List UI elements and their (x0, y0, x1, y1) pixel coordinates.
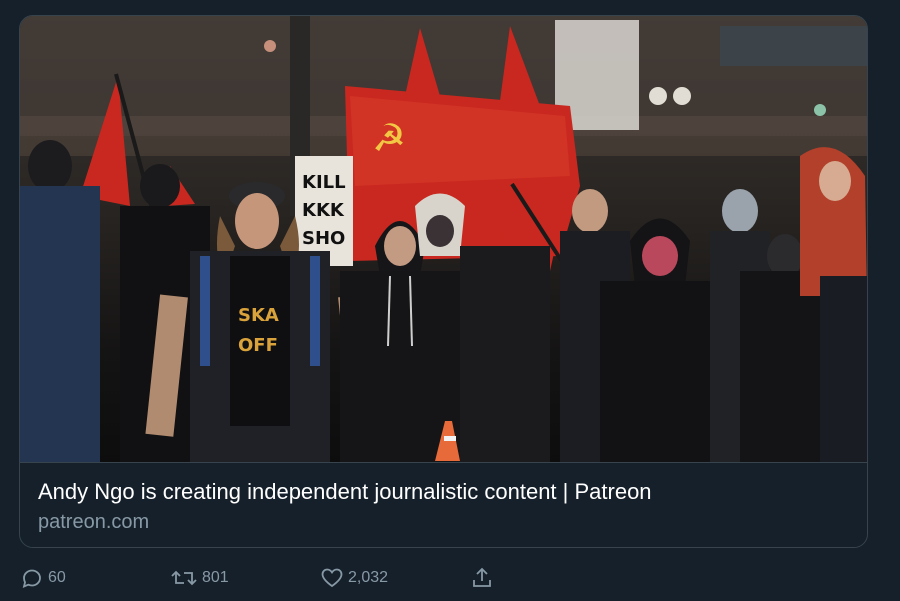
share-icon (470, 566, 494, 590)
protest-photo-illustration: ☭ KILL KKK SHO SKA OFF (20, 16, 867, 462)
card-text-area[interactable]: Andy Ngo is creating independent journal… (20, 462, 867, 547)
like-count: 2,032 (348, 569, 389, 586)
tweet-action-bar: 60 801 2,032 (0, 560, 900, 596)
card-title[interactable]: Andy Ngo is creating independent journal… (38, 479, 652, 505)
sign-text-2: KKK (302, 200, 345, 221)
reply-button[interactable]: 60 (20, 566, 66, 590)
share-button[interactable] (470, 566, 494, 590)
reply-count: 60 (48, 569, 66, 586)
sign-text-1: KILL (302, 172, 346, 193)
link-preview-card[interactable]: ☭ KILL KKK SHO SKA OFF Andy Ngo is creat… (19, 15, 868, 548)
retweet-count: 801 (202, 569, 229, 586)
shirt-text-2: OFF (238, 335, 278, 356)
svg-text:☭: ☭ (372, 116, 406, 160)
card-image[interactable]: ☭ KILL KKK SHO SKA OFF (20, 16, 867, 462)
retweet-button[interactable]: 801 (170, 566, 229, 590)
shirt-text-1: SKA (238, 305, 279, 326)
heart-icon (320, 566, 344, 590)
retweet-icon (170, 566, 198, 590)
reply-icon (20, 566, 44, 590)
like-button[interactable]: 2,032 (320, 566, 388, 590)
sign-text-3: SHO (302, 228, 345, 249)
card-domain: patreon.com (38, 511, 150, 533)
